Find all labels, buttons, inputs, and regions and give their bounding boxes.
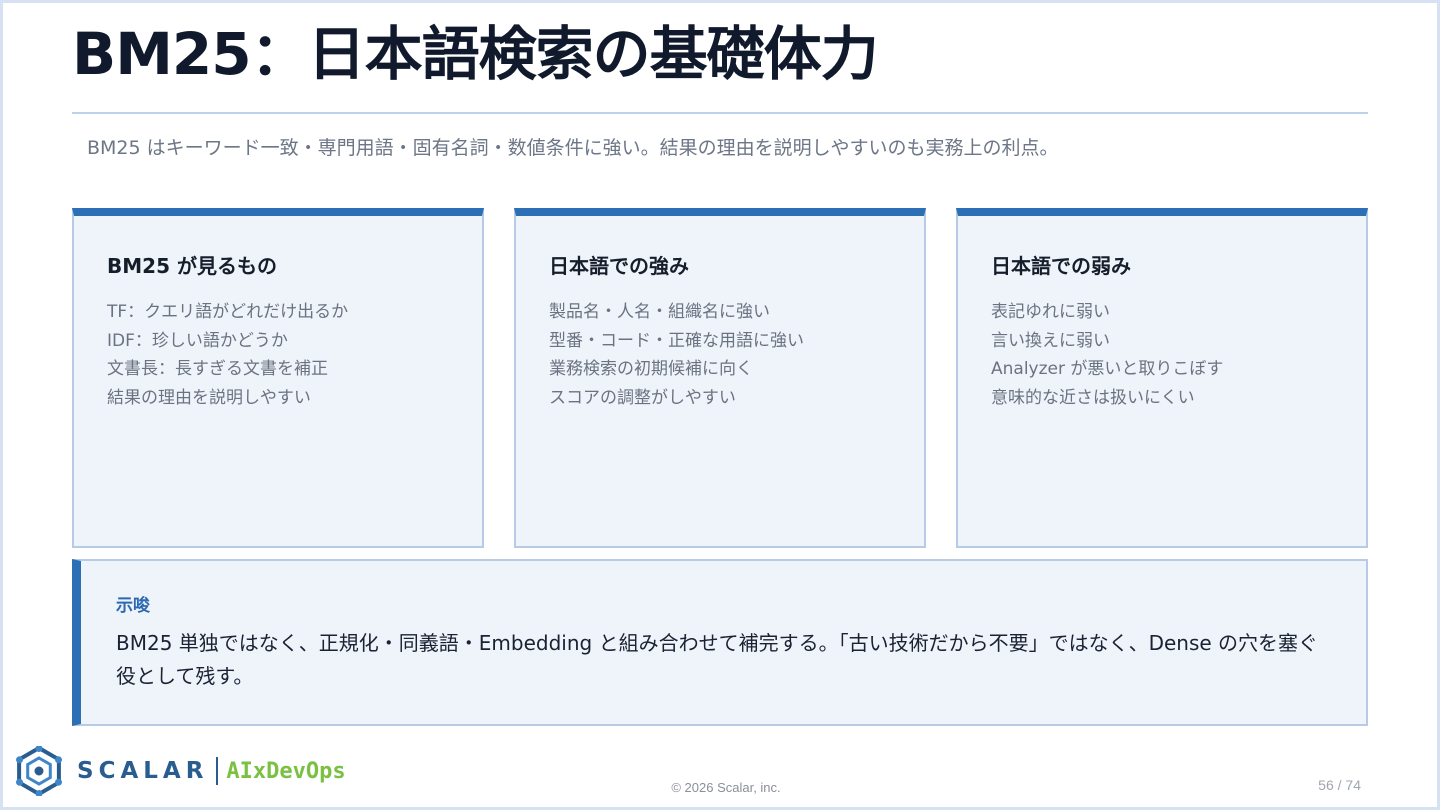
- insight-label: 示唆: [116, 596, 150, 616]
- list-item: IDF：珍しい語かどうか: [107, 330, 288, 351]
- list-item: 文書長：長すぎる文書を補正: [107, 359, 328, 379]
- card-list: TF：クエリ語がどれだけ出るか IDF：珍しい語かどうか 文書長：長すぎる文書を…: [107, 298, 348, 412]
- title-divider: [72, 112, 1368, 114]
- list-item: 意味的な近さは扱いにくい: [991, 387, 1195, 408]
- page-number: 56 / 74: [1318, 777, 1361, 793]
- card-list: 製品名・人名・組織名に強い 型番・コード・正確な用語に強い 業務検索の初期候補に…: [549, 298, 804, 412]
- card-bm25-features: BM25 が見るもの TF：クエリ語がどれだけ出るか IDF：珍しい語かどうか …: [72, 208, 484, 548]
- list-item: TF：クエリ語がどれだけ出るか: [107, 302, 349, 322]
- copyright-text: © 2026 Scalar, inc.: [671, 780, 781, 795]
- list-item: 表記ゆれに弱い: [991, 302, 1110, 322]
- list-item: 製品名・人名・組織名に強い: [549, 302, 770, 322]
- card-heading: 日本語での強み: [549, 254, 689, 278]
- list-item: Analyzer が悪いと取りこぼす: [991, 359, 1224, 379]
- list-item: 結果の理由を説明しやすい: [107, 387, 311, 408]
- slide-title: BM25：日本語検索の基礎体力: [72, 20, 879, 88]
- card-japanese-weaknesses: 日本語での弱み 表記ゆれに弱い 言い換えに弱い Analyzer が悪いと取りこ…: [956, 208, 1368, 548]
- slide-subtitle: BM25 はキーワード一致・専門用語・固有名詞・数値条件に強い。結果の理由を説明…: [87, 137, 1059, 159]
- card-list: 表記ゆれに弱い 言い換えに弱い Analyzer が悪いと取りこぼす 意味的な近…: [991, 298, 1223, 412]
- list-item: 業務検索の初期候補に向く: [549, 359, 753, 379]
- list-item: 型番・コード・正確な用語に強い: [549, 330, 804, 351]
- card-japanese-strengths: 日本語での強み 製品名・人名・組織名に強い 型番・コード・正確な用語に強い 業務…: [514, 208, 926, 548]
- insight-callout: 示唆 BM25 単独ではなく、正規化・同義語・Embedding と組み合わせて…: [72, 559, 1368, 726]
- card-heading: 日本語での弱み: [991, 254, 1131, 278]
- card-heading: BM25 が見るもの: [107, 254, 277, 278]
- list-item: スコアの調整がしやすい: [549, 387, 736, 408]
- insight-body: BM25 単独ではなく、正規化・同義語・Embedding と組み合わせて補完す…: [116, 631, 1319, 688]
- list-item: 言い換えに弱い: [991, 330, 1110, 351]
